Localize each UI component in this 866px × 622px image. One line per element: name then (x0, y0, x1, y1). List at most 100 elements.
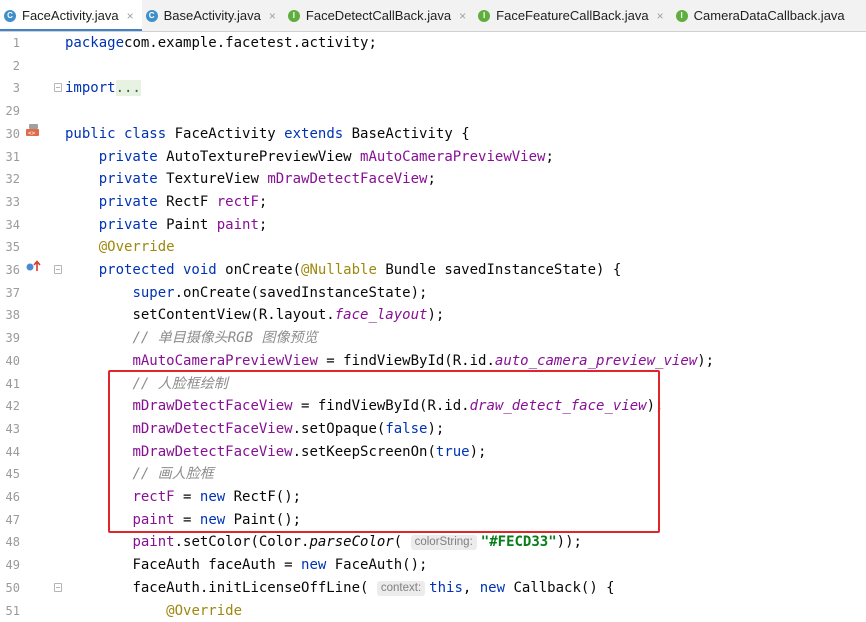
code-line[interactable]: public class FaceActivity extends BaseAc… (65, 123, 470, 146)
code-token: private (99, 149, 158, 165)
code-token: private (99, 217, 158, 233)
code-line[interactable]: // 画人脸框 (65, 463, 214, 486)
code-line[interactable]: packagecom.example.facetest.activity; (65, 32, 377, 55)
code-editor[interactable]: packagecom.example.facetest.activity; imp… (58, 32, 866, 618)
code-token: public class (65, 126, 166, 142)
code-token: mDrawDetectFaceView (132, 421, 292, 437)
code-token (65, 330, 132, 346)
code-token (65, 307, 132, 323)
code-token: ; (259, 217, 267, 233)
code-token: Bundle savedInstanceState) { (377, 262, 621, 278)
code-token: RectF (158, 194, 217, 210)
code-token: import (65, 80, 116, 96)
code-token (65, 262, 99, 278)
code-token: .onCreate(savedInstanceState); (175, 285, 428, 301)
code-line[interactable]: private TextureView mDrawDetectFaceView; (65, 168, 436, 191)
line-number: 40 (0, 350, 20, 373)
code-token: true (436, 444, 470, 460)
code-token: face_layout (335, 307, 428, 323)
line-number: 44 (0, 441, 20, 464)
code-token: .setOpaque( (293, 421, 386, 437)
tab-4[interactable]: ICameraDataCallback.java (672, 0, 853, 31)
code-line[interactable]: import... (65, 77, 141, 100)
code-token: protected void (99, 262, 217, 278)
tab-label: FaceFeatureCallBack.java (496, 8, 648, 23)
code-token (65, 603, 166, 619)
tab-0[interactable]: CFaceActivity.java× (0, 0, 142, 31)
code-line[interactable]: paint.setColor(Color.parseColor( colorSt… (65, 531, 582, 554)
code-line[interactable]: private AutoTexturePreviewView mAutoCame… (65, 146, 554, 169)
code-token: ( (394, 534, 411, 550)
code-token (65, 217, 99, 233)
code-line[interactable]: rectF = new RectF(); (65, 486, 301, 509)
override-method-icon[interactable] (25, 259, 43, 282)
code-line[interactable]: mDrawDetectFaceView = findViewById(R.id.… (65, 395, 663, 418)
code-line[interactable]: protected void onCreate(@Nullable Bundle… (65, 259, 621, 282)
code-token: = findViewById(R.id. (318, 353, 495, 369)
line-number: 32 (0, 168, 20, 191)
close-icon[interactable]: × (459, 9, 466, 23)
code-token: draw_detect_face_view (470, 398, 647, 414)
code-token (65, 512, 132, 528)
editor-tab-bar: CFaceActivity.java×CBaseActivity.java×IF… (0, 0, 866, 32)
code-token: ; (427, 171, 435, 187)
code-token: extends (284, 126, 343, 142)
code-token: faceAuth.initLicenseOffLine( (132, 580, 376, 596)
code-line[interactable]: mDrawDetectFaceView.setOpaque(false); (65, 418, 444, 441)
line-number: 3 (0, 77, 20, 100)
code-line[interactable]: // 单目摄像头RGB 图像预览 (65, 327, 317, 350)
code-token (65, 171, 99, 187)
code-token: ... (116, 80, 141, 96)
code-token: , (463, 580, 480, 596)
code-token: @Override (99, 239, 175, 255)
code-token: rectF (217, 194, 259, 210)
code-token: paint (132, 512, 174, 528)
tab-label: FaceDetectCallBack.java (306, 8, 451, 23)
close-icon[interactable]: × (657, 9, 664, 23)
close-icon[interactable]: × (269, 9, 276, 23)
line-number: 46 (0, 486, 20, 509)
code-line[interactable]: setContentView(R.layout.face_layout); (65, 304, 444, 327)
tab-1[interactable]: C BaseActivity.java × (142, 0, 284, 31)
code-token (65, 489, 132, 505)
line-number: 45 (0, 463, 20, 486)
code-token: ; (545, 149, 553, 165)
code-token: RectF(); (225, 489, 301, 505)
code-token: = (175, 512, 200, 528)
tab-3[interactable]: IFaceFeatureCallBack.java× (474, 0, 671, 31)
interface-icon: I (288, 10, 300, 22)
code-line[interactable]: private Paint paint; (65, 214, 267, 237)
line-number: 49 (0, 554, 20, 577)
code-token: FaceActivity (166, 126, 284, 142)
code-line[interactable]: @Override (65, 236, 175, 259)
code-line[interactable]: mDrawDetectFaceView.setKeepScreenOn(true… (65, 441, 486, 464)
line-number: 37 (0, 282, 20, 305)
svg-text:<>: <> (28, 130, 36, 137)
code-token: ; (259, 194, 267, 210)
code-line[interactable]: faceAuth.initLicenseOffLine( context:thi… (65, 577, 615, 600)
code-line[interactable]: // 人脸框绘制 (65, 373, 228, 396)
code-token: Paint (158, 217, 217, 233)
close-icon[interactable]: × (127, 9, 134, 23)
tab-label: BaseActivity.java (164, 8, 261, 23)
code-token: mAutoCameraPreviewView (360, 149, 545, 165)
code-line[interactable]: FaceAuth faceAuth = new FaceAuth(); (65, 554, 427, 577)
code-line[interactable]: super.onCreate(savedInstanceState); (65, 282, 427, 305)
code-line[interactable]: @Override (65, 600, 242, 622)
class-icon: C (146, 10, 158, 22)
code-line[interactable]: mAutoCameraPreviewView = findViewById(R.… (65, 350, 714, 373)
code-line[interactable]: paint = new Paint(); (65, 509, 301, 532)
code-line[interactable]: private RectF rectF; (65, 191, 267, 214)
code-token: parseColor (309, 534, 393, 550)
line-number: 38 (0, 304, 20, 327)
tab-2[interactable]: I FaceDetectCallBack.java × (284, 0, 474, 31)
code-token: setContentView(R.layout. (132, 307, 334, 323)
line-number: 50 (0, 577, 20, 600)
code-token: this (429, 580, 463, 596)
line-number: 51 (0, 600, 20, 622)
code-token: @Override (166, 603, 242, 619)
code-token: ); (427, 307, 444, 323)
line-number: 39 (0, 327, 20, 350)
android-layout-icon[interactable]: <> (25, 123, 41, 146)
code-token: onCreate( (217, 262, 301, 278)
